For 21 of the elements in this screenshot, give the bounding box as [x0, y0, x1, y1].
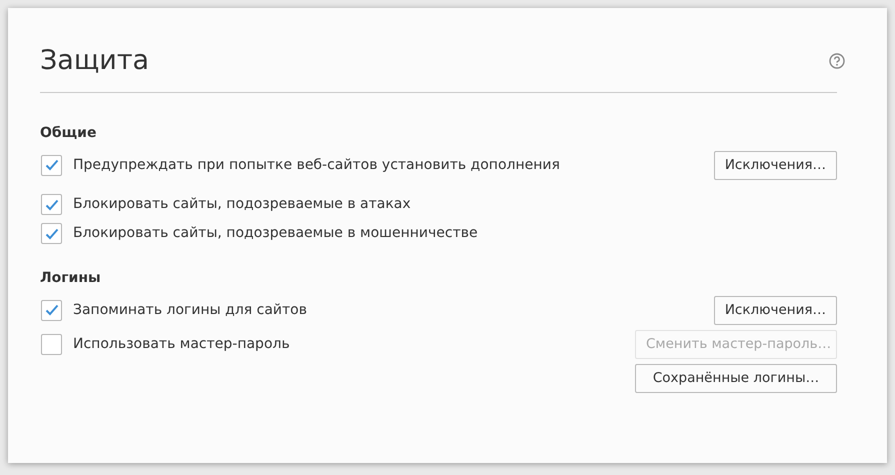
- checkbox[interactable]: [41, 300, 62, 320]
- checkmark-icon: [44, 159, 58, 171]
- checkbox-label: Блокировать сайты, подозреваемые в мошенничестве: [73, 224, 478, 243]
- section-heading: Общие: [40, 124, 98, 143]
- checkmark-icon: [44, 198, 58, 210]
- help-icon[interactable]: [829, 53, 845, 69]
- checkbox-label: Запоминать логины для сайтов: [73, 300, 307, 320]
- checkbox[interactable]: [41, 334, 62, 354]
- checkbox-label: Предупреждать при попытке веб-сайтов установить дополнения: [73, 156, 560, 174]
- checkbox[interactable]: [41, 194, 62, 215]
- checkbox-label: Использовать мастер-пароль: [73, 334, 290, 354]
- checkmark-icon: [44, 304, 58, 316]
- section-heading: Логины: [40, 269, 102, 288]
- checkbox[interactable]: [41, 223, 62, 244]
- checkbox[interactable]: [41, 154, 62, 176]
- action-button[interactable]: Исключения…: [714, 150, 837, 180]
- action-button[interactable]: Исключения…: [714, 296, 837, 324]
- action-button[interactable]: Сохранённые логины…: [635, 364, 837, 392]
- page-title: Защита: [40, 44, 150, 78]
- checkmark-icon: [44, 228, 58, 240]
- checkbox-label: Блокировать сайты, подозреваемые в атаках: [73, 195, 411, 214]
